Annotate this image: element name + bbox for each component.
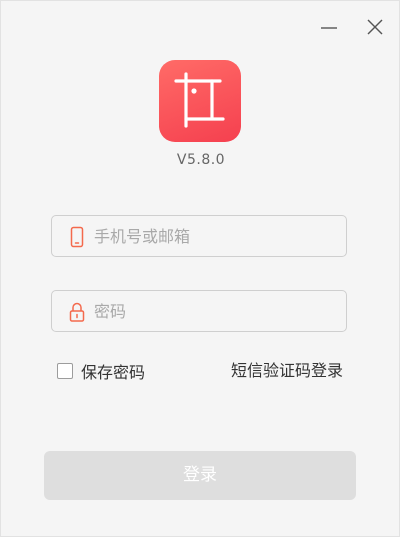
password-field[interactable] <box>51 290 347 332</box>
close-button[interactable] <box>363 15 387 39</box>
password-input[interactable] <box>94 291 334 331</box>
remember-checkbox[interactable] <box>57 363 73 379</box>
sms-login-link[interactable]: 短信验证码登录 <box>231 360 343 382</box>
minimize-button[interactable] <box>317 15 341 39</box>
login-window: V5.8.0 保存密码 短信验证码登录 登录 <box>0 0 400 537</box>
app-logo <box>159 60 241 142</box>
close-icon <box>367 19 383 35</box>
account-field[interactable] <box>51 215 347 257</box>
remember-password[interactable]: 保存密码 <box>57 360 145 382</box>
app-logo-icon <box>174 72 225 128</box>
remember-label: 保存密码 <box>81 363 146 382</box>
lock-icon <box>69 302 85 322</box>
app-version: V5.8.0 <box>176 152 226 168</box>
phone-icon <box>70 226 84 248</box>
login-button[interactable]: 登录 <box>44 451 356 500</box>
account-input[interactable] <box>94 216 334 256</box>
minimize-icon <box>321 27 337 29</box>
